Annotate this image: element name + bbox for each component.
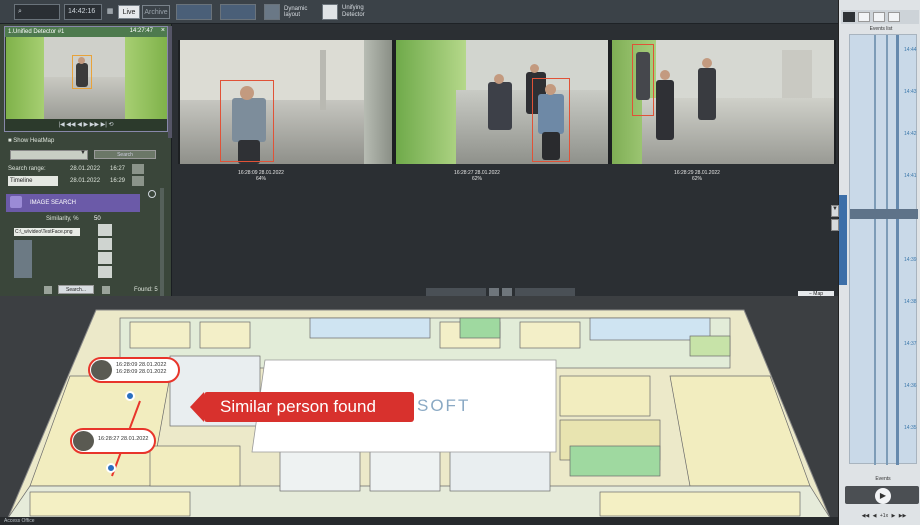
similarity-value[interactable]: 50 [94,216,106,222]
timeline-tab[interactable] [839,195,847,285]
collapse-icon[interactable] [148,190,156,198]
camera-window[interactable]: 1.Unified Detector #1 14:27:47 × |◀ ◀◀ ◀… [4,26,168,132]
person-icon[interactable] [98,238,112,250]
date-from[interactable]: 28.01.2022 [70,166,110,172]
play-icon[interactable]: ▶ [875,488,891,504]
bookmark-tab-icon[interactable] [831,219,839,231]
layout-detector-icon[interactable] [322,4,338,20]
similarity-label: Similarity, % [46,216,79,222]
result-caption-3: 16:28:29 28.01.2022 62% [662,170,732,182]
image-search-header[interactable]: IMAGE SEARCH [6,194,140,212]
map-view-icon[interactable] [888,12,900,22]
camera-view [6,37,167,119]
camera-pin-1[interactable] [125,391,135,401]
zoom-slider[interactable] [426,288,486,296]
search-panel: 1.Unified Detector #1 14:27:47 × |◀ ◀◀ ◀… [0,24,172,308]
calendar-icon[interactable]: ▦ [106,5,114,19]
date-to[interactable]: 28.01.2022 [70,178,110,184]
marker-1-line-1: 16:28:09 28.01.2022 [116,362,167,368]
query-image [14,240,32,278]
timeline-cursor[interactable] [850,209,918,219]
result-1-score: 64% [255,176,266,182]
layout-button-2[interactable] [220,4,256,20]
marker-2-thumbnail [73,431,94,451]
result-caption-2: 16:28:27 28.01.2022 62% [442,170,512,182]
close-icon[interactable]: × [161,27,165,34]
delete-icon[interactable] [98,266,112,278]
layout-icon[interactable] [264,4,280,20]
marker-2-line-1: 16:28:27 28.01.2022 [98,436,149,442]
time-to[interactable]: 16:29 [110,178,130,184]
range-select-value: Timeline [10,178,33,184]
list-view-icon[interactable] [858,12,870,22]
show-heatmap-checkbox[interactable]: ■ Show HeatMap [8,138,78,144]
search-range-label: Search range: [8,166,46,172]
dynamic-layout-label: Dynamic layout [284,6,308,18]
map-marker-bubble-1[interactable]: 16:28:09 28.01.2022 16:28:09 28.01.2022 [88,357,180,383]
camera-pin-2[interactable] [106,463,116,473]
search-run-button[interactable]: Search... [58,285,94,294]
layout-name-label: Unifying Detector [342,5,365,18]
tile-view-icon[interactable] [873,12,885,22]
view-switcher [841,10,919,24]
filter-tab-icon[interactable]: ▼ [831,205,839,217]
top-toolbar: ⌕ 14:42:16 ▦ Live Archive Dynamic layout… [0,0,838,24]
status-text: Access Office [4,518,35,524]
logo-text: SOFT [417,396,471,415]
search-dropdown[interactable] [10,150,88,160]
result-caption-1: 16:28:09 28.01.2022 64% [226,170,296,182]
crop-icon[interactable] [98,224,112,236]
event-timeline[interactable]: 14:44 14:43 14:42 14:41 14:39 14:38 14:3… [849,34,918,465]
camera-timestamp: 14:27:47 [129,28,153,34]
page-slider[interactable] [515,288,575,296]
result-2-score: 62% [471,176,482,182]
image-search-label: IMAGE SEARCH [30,200,77,206]
grid-icon[interactable] [489,288,499,296]
result-frame-3[interactable] [612,40,834,164]
face-icon[interactable] [98,252,112,264]
events-panel: Events list 14:44 14:43 14:42 14:41 14:3… [831,0,920,525]
result-3-score: 62% [691,176,702,182]
archive-button[interactable]: Archive [142,5,170,19]
speed-controls[interactable]: ◀◀ ◀ +1x ▶ ▶▶ [847,510,920,522]
filter-icon[interactable] [44,286,52,294]
calendar-from-icon[interactable] [132,164,144,174]
status-bar: Access Office [0,517,838,525]
search-results [178,40,836,164]
events-title: Events list [869,26,893,32]
events-label: Events [875,476,891,482]
export-icon[interactable] [102,286,110,294]
layout-button-1[interactable] [176,4,212,20]
playback-controls[interactable]: |◀ ◀◀ ◀ ▶ ▶▶ ▶| ⟲ [7,119,165,131]
result-controls [426,288,586,296]
live-button[interactable]: Live [118,5,140,19]
time-display: 14:42:16 [64,4,102,20]
result-frame-1[interactable] [180,40,392,164]
chevron-down-icon: ▼ [80,150,86,156]
show-heatmap-label: Show HeatMap [13,138,55,144]
search-button[interactable]: Search [94,150,156,159]
search-icon[interactable]: ⌕ [14,4,60,20]
calendar-to-icon[interactable] [132,176,144,186]
similar-person-callout: Similar person found [190,392,414,422]
file-path-field[interactable]: C:\_w\video\TestFace.png [14,228,80,236]
found-count: Found: 5 [134,287,158,293]
map-marker-bubble-2[interactable]: 16:28:27 28.01.2022 [70,428,156,454]
image-search-icon [10,196,22,208]
grid-view-icon[interactable] [843,12,855,22]
marker-1-line-2: 16:28:09 28.01.2022 [116,369,167,375]
time-from[interactable]: 16:27 [110,166,130,172]
marker-1-thumbnail [91,360,112,380]
result-frame-2[interactable] [396,40,608,164]
range-select[interactable]: Timeline [8,176,58,186]
panel-scrollbar[interactable] [168,26,172,138]
list-icon[interactable] [502,288,512,296]
image-tools [98,224,112,294]
